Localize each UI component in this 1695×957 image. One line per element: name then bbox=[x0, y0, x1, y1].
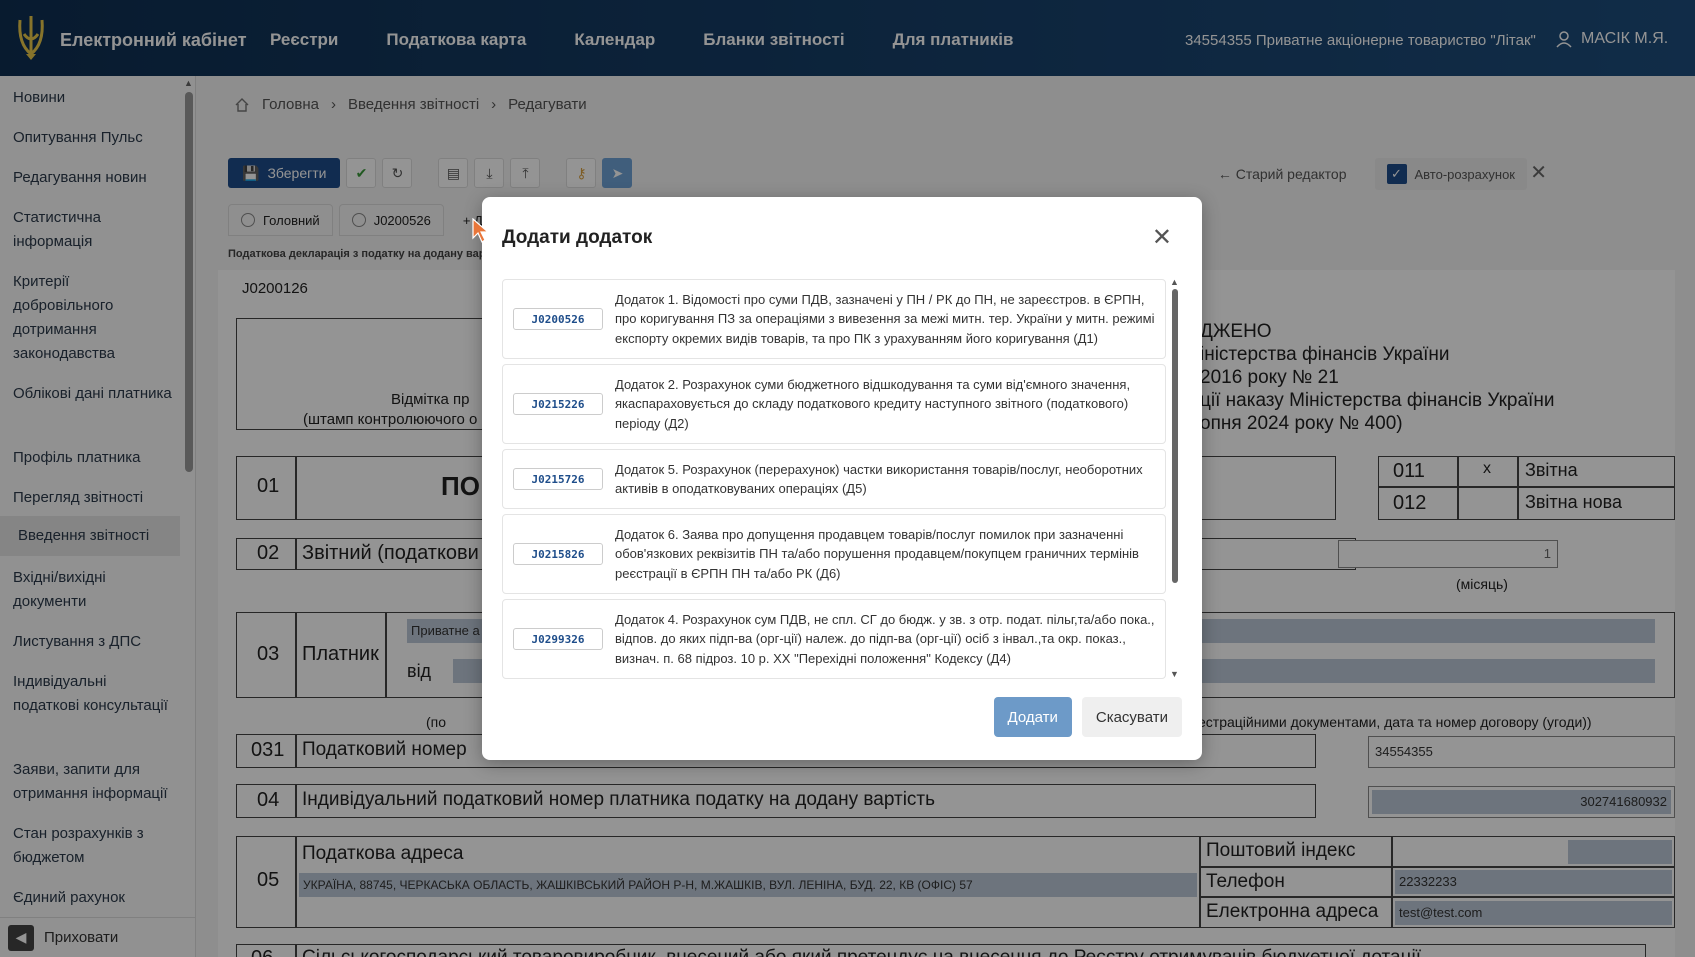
appendix-description: Додаток 5. Розрахунок (перерахунок) част… bbox=[615, 461, 1143, 497]
appendix-item[interactable]: J0200526 Додаток 1. Відомості про суми П… bbox=[502, 279, 1166, 359]
cancel-button[interactable]: Скасувати bbox=[1081, 697, 1182, 737]
appendix-description: Додаток 2. Розрахунок суми бюджетного ві… bbox=[615, 376, 1131, 431]
appendix-description: Додаток 6. Заява про допущення продавцем… bbox=[615, 526, 1139, 581]
appendix-item[interactable]: J0215726 Додаток 5. Розрахунок (перераху… bbox=[502, 449, 1166, 509]
scroll-down-icon[interactable]: ▼ bbox=[1170, 669, 1179, 679]
dialog-footer: Додати Скасувати bbox=[993, 697, 1182, 737]
close-icon[interactable]: ✕ bbox=[1152, 223, 1172, 252]
appendix-code: J0215826 bbox=[513, 543, 603, 565]
appendix-description: Додаток 1. Відомості про суми ПДВ, зазна… bbox=[615, 291, 1155, 346]
dialog-scrollbar[interactable] bbox=[1172, 289, 1178, 583]
appendix-code: J0215226 bbox=[513, 393, 603, 415]
dialog-title: Додати додаток bbox=[502, 227, 653, 248]
add-button[interactable]: Додати bbox=[993, 697, 1072, 737]
mouse-cursor-icon bbox=[472, 218, 490, 243]
appendix-description: Додаток 4. Розрахунок сум ПДВ, не спл. С… bbox=[615, 611, 1155, 666]
appendix-item[interactable]: J0299326 Додаток 4. Розрахунок сум ПДВ, … bbox=[502, 599, 1166, 679]
scroll-up-icon[interactable]: ▲ bbox=[1170, 277, 1179, 287]
add-appendix-dialog: Додати додаток ✕ J0200526 Додаток 1. Від… bbox=[482, 197, 1202, 760]
appendix-code: J0200526 bbox=[513, 308, 603, 330]
appendix-item[interactable]: J0215226 Додаток 2. Розрахунок суми бюдж… bbox=[502, 364, 1166, 444]
appendix-code: J0299326 bbox=[513, 628, 603, 650]
appendix-code: J0215726 bbox=[513, 468, 603, 490]
appendix-list: J0200526 Додаток 1. Відомості про суми П… bbox=[502, 279, 1170, 679]
appendix-item[interactable]: J0215826 Додаток 6. Заява про допущення … bbox=[502, 514, 1166, 594]
